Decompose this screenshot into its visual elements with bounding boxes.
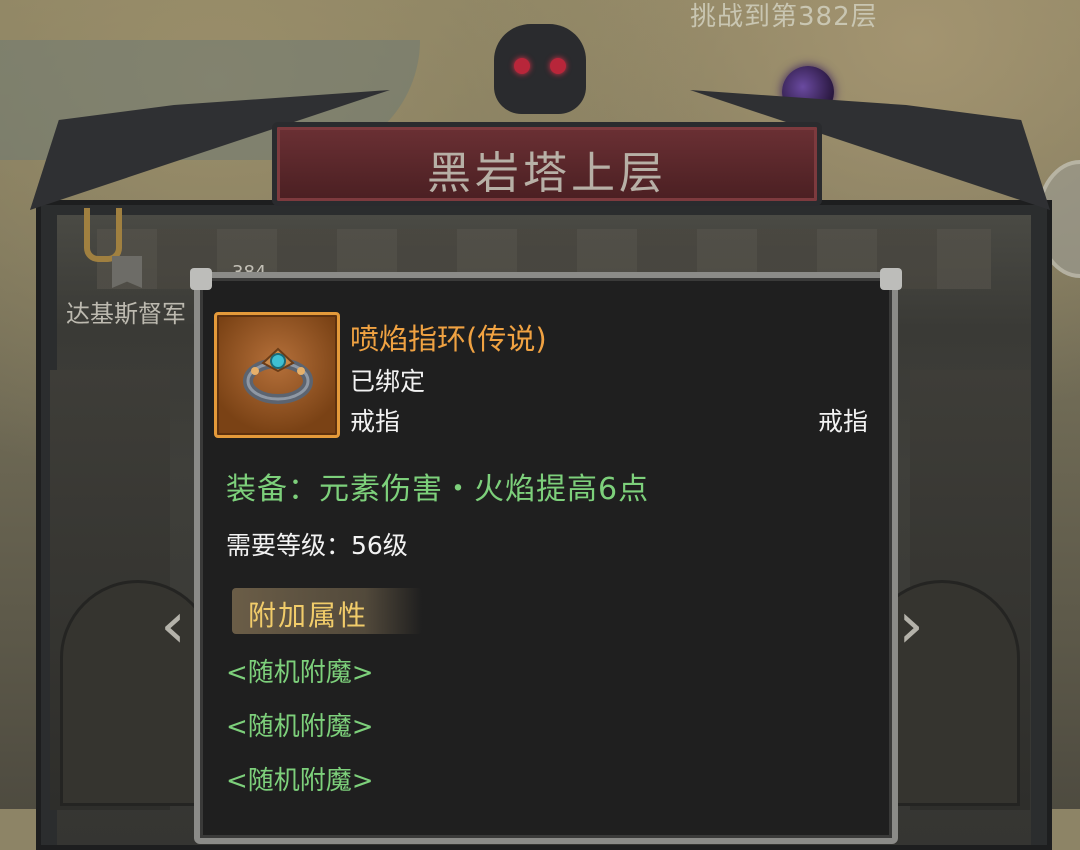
bound-status: 已绑定 [350, 367, 426, 396]
random-enchant-affix: <随机附魔> [226, 766, 374, 796]
tooltip-corner [880, 268, 902, 290]
item-type: 戒指 [350, 407, 401, 436]
floor-boss-label[interactable]: 达基斯督军 [66, 294, 186, 329]
tooltip-corner [190, 268, 212, 290]
skull-eye-left [514, 58, 530, 74]
tower-title-banner: 黑岩塔上层 [272, 122, 822, 206]
extra-attributes-title: 附加属性 [248, 599, 369, 632]
item-icon-frame [214, 312, 340, 438]
extra-attributes-header: 附加属性 [232, 588, 422, 634]
skull-ornament-icon [494, 24, 586, 114]
skull-eye-right [550, 58, 566, 74]
challenge-progress-text: 挑战到第382层 [690, 2, 878, 32]
item-tooltip-panel: 喷焰指环(传说) 已绑定 戒指 戒指 装备：元素伤害・火焰提高6点 需要等级：5… [190, 268, 902, 844]
chevron-left-icon[interactable]: ‹ [148, 594, 198, 658]
random-enchant-affix: <随机附魔> [226, 712, 374, 742]
equip-effect: 装备：元素伤害・火焰提高6点 [226, 472, 650, 507]
item-slot: 戒指 [817, 407, 868, 436]
required-level: 需要等级：56级 [226, 531, 408, 560]
item-name: 喷焰指环(传说) [350, 322, 547, 356]
tower-title: 黑岩塔上层 [427, 148, 667, 199]
ring-icon [243, 347, 313, 404]
random-enchant-affix: <随机附魔> [226, 658, 374, 688]
magnet-icon [84, 208, 122, 262]
